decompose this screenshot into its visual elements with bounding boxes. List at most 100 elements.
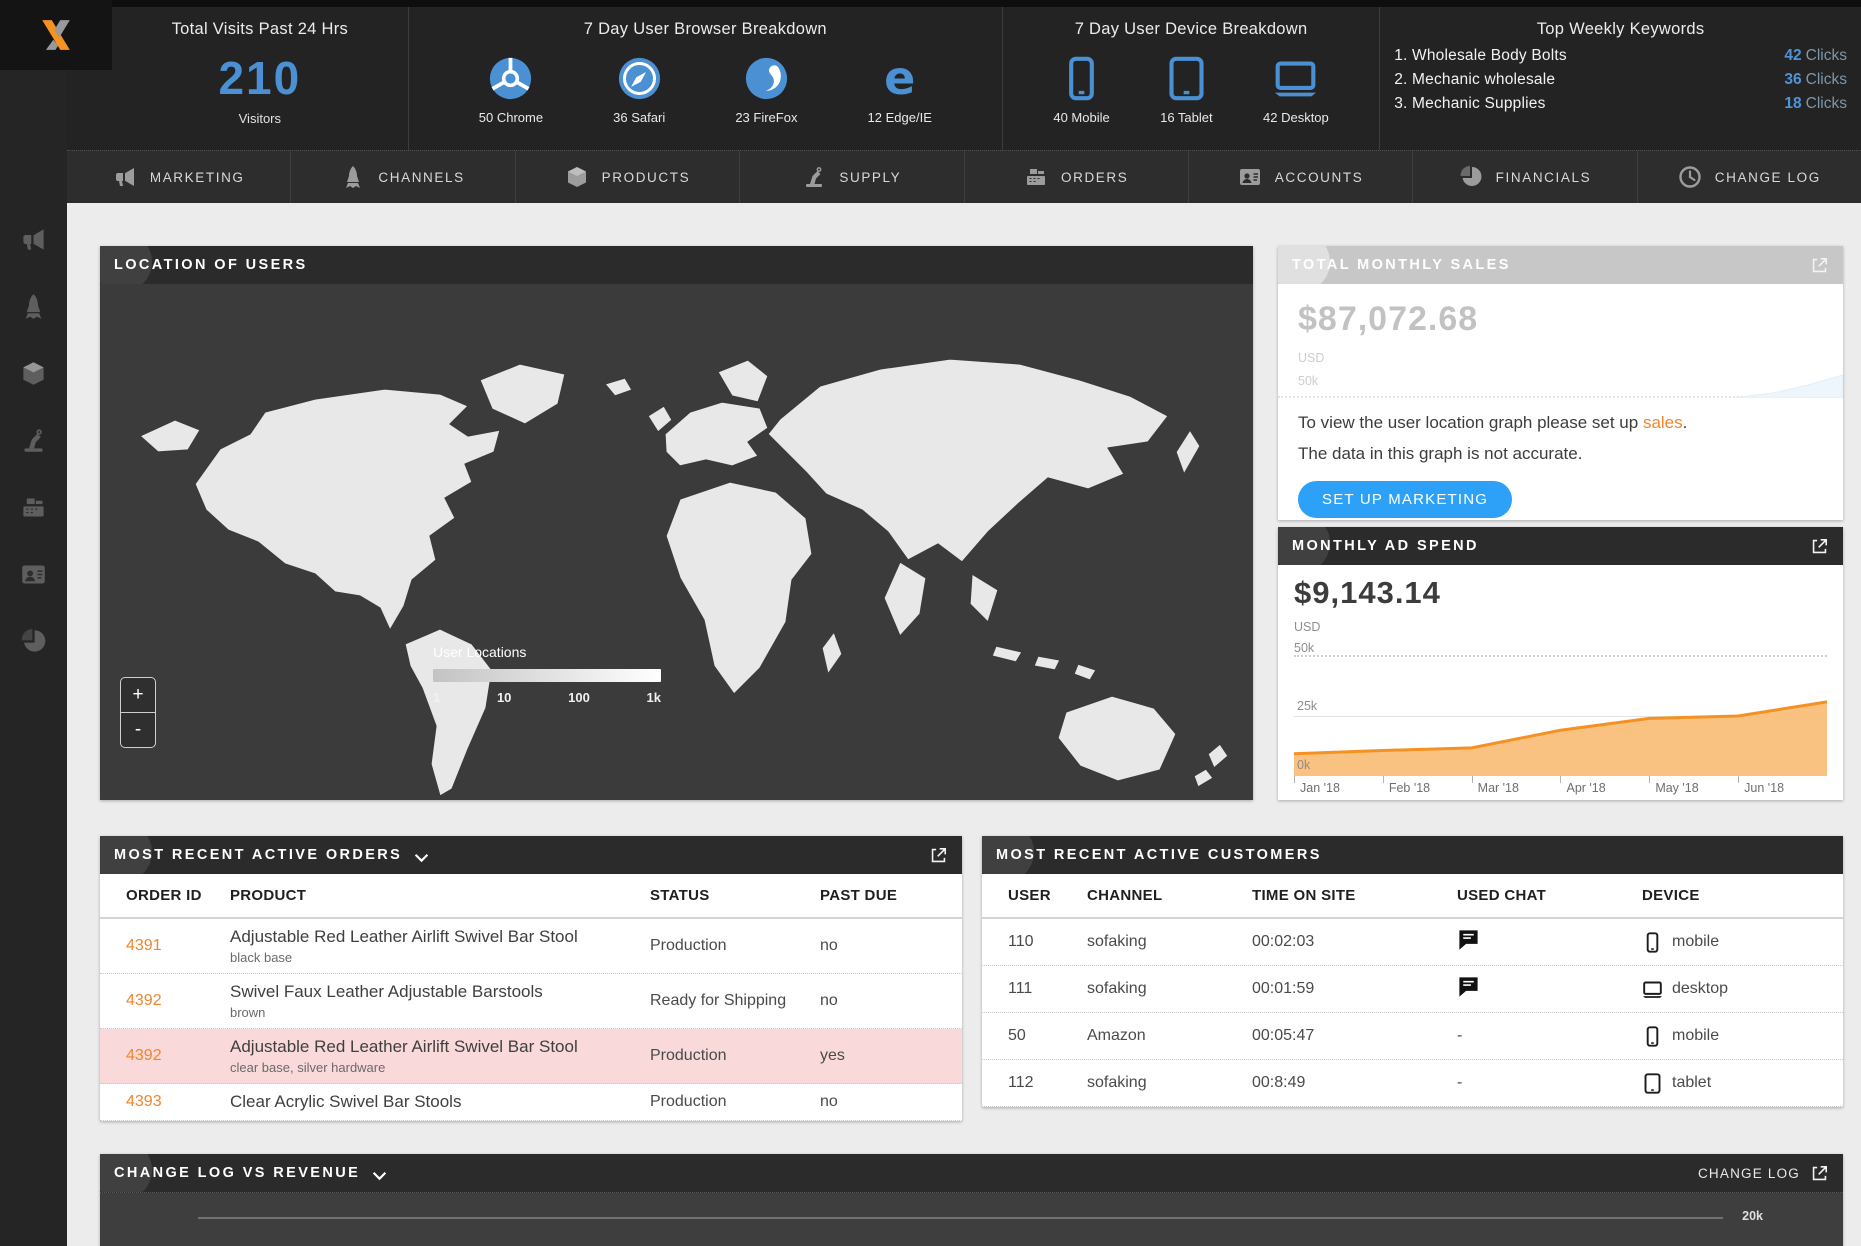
sidebar-nav-icon[interactable] [20, 628, 47, 655]
external-link-icon[interactable] [929, 846, 948, 865]
adspend-panel-title: MONTHLY AD SPEND [1292, 538, 1479, 554]
order-variant: brown [230, 1005, 650, 1020]
app-logo[interactable] [0, 0, 112, 70]
total-monthly-sales-panel: TOTAL MONTHLY SALES $87,072.68 USD 50k T… [1278, 246, 1843, 520]
legend-title: User Locations [433, 644, 661, 660]
x-tick-label: Jan '18 [1294, 776, 1383, 795]
order-product: Adjustable Red Leather Airlift Swivel Ba… [230, 927, 650, 947]
nav-item[interactable]: CHANGE LOG [1637, 151, 1861, 203]
change-log-link[interactable]: CHANGE LOG [1698, 1166, 1800, 1181]
visits-title: Total Visits Past 24 Hrs [112, 20, 408, 39]
browser-stat: e 12 Edge/IE [868, 56, 932, 125]
sidebar-nav-icon[interactable] [20, 293, 47, 320]
customer-device-label: tablet [1672, 1074, 1711, 1092]
order-product: Adjustable Red Leather Airlift Swivel Ba… [230, 1037, 650, 1057]
customer-channel: Amazon [1087, 1027, 1252, 1045]
customer-row: 112 sofaking 00:8:49 - tablet [982, 1060, 1843, 1107]
keyword-row: 2. Mechanic wholesale 36Clicks [1394, 71, 1847, 89]
order-past-due: no [820, 1093, 962, 1111]
sales-notice-line1: To view the user location graph please s… [1298, 413, 1823, 433]
sidebar-nav-icon[interactable] [20, 427, 47, 454]
nav-item[interactable]: ACCOUNTS [1188, 151, 1412, 203]
adspend-area-chart [1294, 657, 1827, 775]
order-variant: clear base, silver hardware [230, 1060, 650, 1075]
order-id-link[interactable]: 4392 [126, 992, 162, 1009]
order-id-link[interactable]: 4391 [126, 937, 162, 954]
orders-table-body: 4391 Adjustable Red Leather Airlift Swiv… [100, 919, 962, 1121]
sales-mini-chart [1733, 372, 1843, 398]
browser-icon [617, 56, 662, 101]
customer-row: 110 sofaking 00:02:03 mobile [982, 919, 1843, 966]
keyword-clicks: 36 [1784, 71, 1801, 88]
nav-item[interactable]: CHANNELS [290, 151, 514, 203]
customer-device-icon [1642, 1025, 1663, 1048]
nav-item-icon [565, 165, 589, 189]
order-row: 4392 Swivel Faux Leather Adjustable Bars… [100, 974, 962, 1029]
chevron-down-icon[interactable] [414, 850, 429, 860]
orders-panel-title: MOST RECENT ACTIVE ORDERS [114, 847, 402, 863]
customer-row: 111 sofaking 00:01:59 desktop [982, 966, 1843, 1013]
nav-item-icon [802, 165, 826, 189]
sidebar [0, 0, 67, 1246]
customer-device-icon [1642, 1072, 1663, 1095]
device-icon [1164, 56, 1209, 101]
nav-item-icon [341, 165, 365, 189]
nav-item-icon [1678, 165, 1702, 189]
set-up-marketing-button[interactable]: SET UP MARKETING [1298, 481, 1512, 518]
customer-user-id: 50 [982, 1027, 1087, 1045]
external-link-icon[interactable] [1810, 1164, 1829, 1183]
recent-orders-panel: MOST RECENT ACTIVE ORDERS ORDER ID PRODU… [100, 836, 962, 1121]
order-id-link[interactable]: 4392 [126, 1047, 162, 1064]
customer-device-icon [1642, 931, 1663, 954]
browser-icon [744, 56, 789, 101]
order-past-due: yes [820, 1047, 962, 1065]
sales-setup-link[interactable]: sales [1643, 413, 1683, 432]
sidebar-nav-icon[interactable] [20, 226, 47, 253]
sidebar-icon-rail [0, 150, 67, 655]
visits-value: 210 [218, 55, 301, 101]
user-locations-legend: User Locations 1101001k [433, 644, 661, 705]
changelog-panel-title: CHANGE LOG VS REVENUE [114, 1165, 360, 1181]
customers-panel-title: MOST RECENT ACTIVE CUSTOMERS [996, 847, 1322, 863]
nav-item-icon [1024, 165, 1048, 189]
sales-disabled-preview: $87,072.68 USD 50k [1278, 284, 1843, 398]
map-zoom-in-button[interactable]: + [120, 677, 156, 713]
external-link-icon[interactable] [1810, 537, 1829, 556]
nav-item-icon [1459, 165, 1483, 189]
external-link-icon[interactable] [1810, 256, 1829, 275]
adspend-currency: USD [1294, 620, 1827, 634]
customer-user-id: 111 [982, 980, 1087, 998]
sidebar-nav-icon[interactable] [20, 494, 47, 521]
browser-icon: e [877, 56, 922, 101]
customers-table-header: USER CHANNEL TIME ON SITE USED CHAT DEVI… [982, 874, 1843, 919]
legend-gradient-bar [433, 669, 661, 682]
map-zoom-out-button[interactable]: - [120, 713, 156, 748]
customer-device-label: mobile [1672, 933, 1719, 951]
browser-stat: 50 Chrome [479, 56, 543, 125]
customer-time-on-site: 00:01:59 [1252, 980, 1457, 998]
no-chat-dash: - [1457, 1074, 1462, 1091]
sidebar-nav-icon[interactable] [20, 561, 47, 588]
location-of-users-panel: LOCATION OF USERS [100, 246, 1253, 800]
customer-user-id: 110 [982, 933, 1087, 951]
sidebar-nav-icon[interactable] [20, 360, 47, 387]
device-icon [1059, 56, 1104, 101]
chevron-down-icon[interactable] [372, 1168, 387, 1178]
customer-device-label: mobile [1672, 1027, 1719, 1045]
nav-item[interactable]: ORDERS [964, 151, 1188, 203]
topbar-keywords: Top Weekly Keywords 1. Wholesale Body Bo… [1379, 7, 1861, 150]
order-past-due: no [820, 992, 962, 1010]
order-row: 4391 Adjustable Red Leather Airlift Swiv… [100, 919, 962, 974]
customer-device-label: desktop [1672, 980, 1728, 998]
nav-item[interactable]: MARKETING [67, 151, 290, 203]
customer-channel: sofaking [1087, 933, 1252, 951]
dashboard-page: Total Visits Past 24 Hrs 210 Visitors 7 … [0, 0, 1861, 1246]
main-nav: MARKETING CHANNELS PRODUCTS SUPPLY ORDER… [67, 150, 1861, 203]
changelog-vs-revenue-panel: CHANGE LOG VS REVENUE CHANGE LOG 20k [100, 1154, 1843, 1246]
nav-item[interactable]: PRODUCTS [515, 151, 739, 203]
order-id-link[interactable]: 4393 [126, 1093, 162, 1110]
nav-item[interactable]: FINANCIALS [1412, 151, 1636, 203]
nav-item[interactable]: SUPPLY [739, 151, 963, 203]
world-map[interactable] [100, 284, 1253, 800]
order-row: 4392 Adjustable Red Leather Airlift Swiv… [100, 1029, 962, 1084]
